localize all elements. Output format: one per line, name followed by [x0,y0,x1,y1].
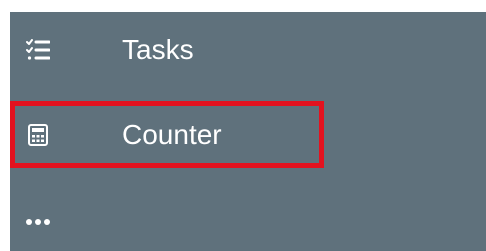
sidebar-item-tasks[interactable]: Tasks [10,12,486,88]
ellipsis-dots [26,218,50,225]
sidebar-item-more[interactable] [10,192,486,251]
sidebar-item-label: Counter [122,118,222,150]
task-list-icon [26,38,50,62]
sidebar-item-counter[interactable]: Counter [10,101,486,168]
more-icon [26,210,50,234]
dot [35,218,41,225]
dot [44,218,50,225]
sidebar: Tasks Counter [10,12,486,251]
sidebar-item-label: Tasks [122,34,194,65]
dot [26,218,32,225]
calculator-icon [26,123,50,147]
screenshot-canvas: Tasks Counter [0,0,486,251]
